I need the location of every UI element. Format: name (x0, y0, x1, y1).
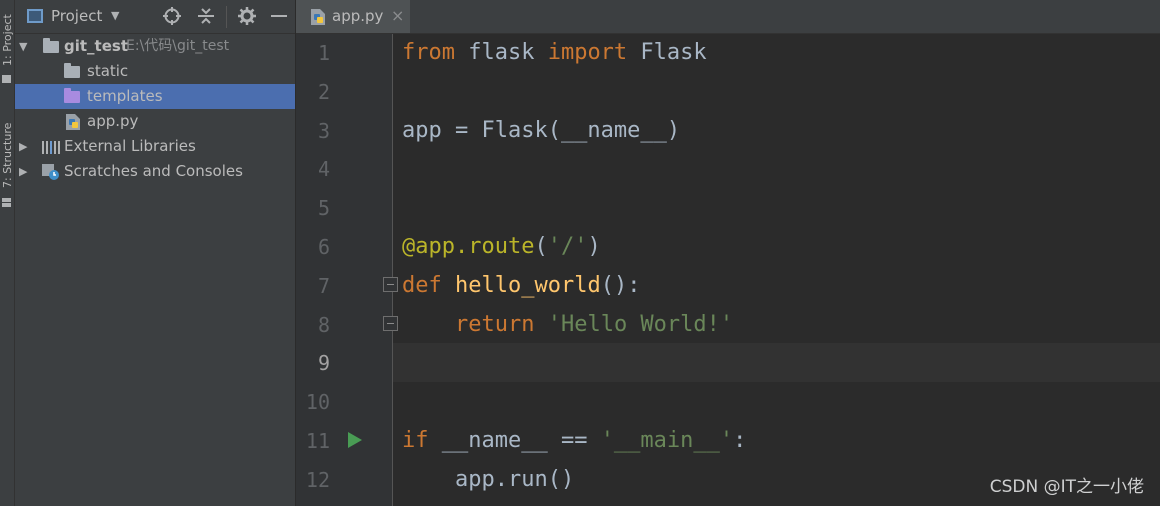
tree-item-external-libraries[interactable]: ▶ External Libraries (15, 134, 295, 159)
line-number: 12 (305, 467, 330, 492)
line-number: 11 (305, 429, 330, 453)
tree-item-path: E:\代码\git_test (126, 38, 230, 54)
line-number: 7 (317, 273, 330, 298)
tree-item-label: static (87, 62, 129, 80)
tree-item-scratches[interactable]: ▶ Scratches and Consoles (15, 159, 295, 184)
locate-icon[interactable] (163, 7, 181, 29)
current-line-highlight (393, 343, 1160, 382)
tree-item-label: External Libraries (64, 137, 196, 155)
tool-tab-structure[interactable]: 7: Structure (0, 112, 15, 212)
tree-item-templates[interactable]: templates (15, 84, 295, 109)
editor-tab-bar: app.py × (296, 0, 1160, 34)
library-icon (42, 141, 60, 154)
chevron-down-icon: ▼ (111, 9, 120, 22)
collapse-icon[interactable] (197, 7, 215, 29)
tree-item-git-test[interactable]: ▼ git_test E:\代码\git_test (15, 34, 295, 59)
tree-item-static[interactable]: static (15, 59, 295, 84)
code-line[interactable]: return 'Hello World!' (402, 306, 733, 344)
line-number: 5 (317, 196, 330, 221)
line-number: 9 (317, 351, 330, 376)
tree-item-label: app.py (87, 112, 139, 130)
line-number: 2 (317, 79, 330, 104)
project-tool-icon (2, 75, 11, 83)
line-number: 8 (317, 312, 330, 337)
structure-tool-icon (2, 198, 11, 207)
line-number: 4 (317, 157, 330, 182)
tool-window-strip: 1: Project 7: Structure (0, 0, 15, 506)
collapsed-arrow-icon[interactable]: ▶ (19, 159, 27, 184)
code-line[interactable]: def hello_world(): (402, 267, 640, 305)
header-divider (226, 6, 227, 28)
project-panel: Project ▼ ▼ git_test E:\代码\git_test stat… (15, 0, 296, 506)
tree-item-label: templates (87, 87, 163, 105)
close-icon[interactable]: × (391, 6, 404, 25)
tree-item-label: git_test (64, 37, 128, 55)
python-file-icon (66, 114, 80, 130)
line-number: 3 (317, 118, 330, 143)
gear-icon[interactable] (238, 7, 256, 29)
expanded-arrow-icon[interactable]: ▼ (19, 34, 27, 59)
code-line[interactable]: app.run() (402, 461, 574, 499)
editor-gutter[interactable]: 1 2 3 4 5 6 7 8 9 10 11 12 (296, 34, 393, 506)
folder-icon (64, 88, 80, 103)
code-line[interactable]: from flask import Flask (402, 34, 707, 72)
code-line[interactable]: @app.route('/') (402, 228, 601, 266)
project-view-selector[interactable]: Project ▼ (51, 7, 119, 25)
project-panel-header: Project ▼ (15, 0, 295, 34)
project-view-label: Project (51, 7, 103, 25)
tool-tab-structure-label: 7: Structure (1, 122, 14, 188)
watermark: CSDN @IT之一小佬 (989, 477, 1144, 497)
folder-icon (64, 63, 80, 78)
line-number: 10 (305, 390, 330, 415)
line-number: 1 (317, 41, 330, 65)
tool-tab-project[interactable]: 1: Project (0, 0, 15, 90)
tree-item-app-py[interactable]: app.py (15, 109, 295, 134)
code-line[interactable]: if __name__ == '__main__': (402, 422, 746, 460)
scratch-icon (42, 164, 59, 180)
tree-item-label: Scratches and Consoles (64, 162, 243, 180)
fold-marker-icon[interactable] (383, 277, 398, 292)
run-icon[interactable] (347, 431, 363, 449)
project-view-icon (27, 9, 43, 23)
tab-label: app.py (332, 7, 384, 25)
collapsed-arrow-icon[interactable]: ▶ (19, 134, 27, 159)
minimize-icon[interactable] (270, 7, 288, 29)
python-file-icon (311, 9, 325, 25)
code-editor[interactable]: 1 2 3 4 5 6 7 8 9 10 11 12 from flask import Flask a… (296, 34, 1160, 506)
tab-app-py[interactable]: app.py × (296, 0, 410, 33)
folder-icon (43, 38, 59, 53)
code-line[interactable]: app = Flask(__name__) (402, 112, 680, 150)
tool-tab-project-label: 1: Project (1, 14, 14, 66)
fold-end-marker-icon[interactable] (383, 316, 398, 331)
line-number: 6 (317, 235, 330, 259)
